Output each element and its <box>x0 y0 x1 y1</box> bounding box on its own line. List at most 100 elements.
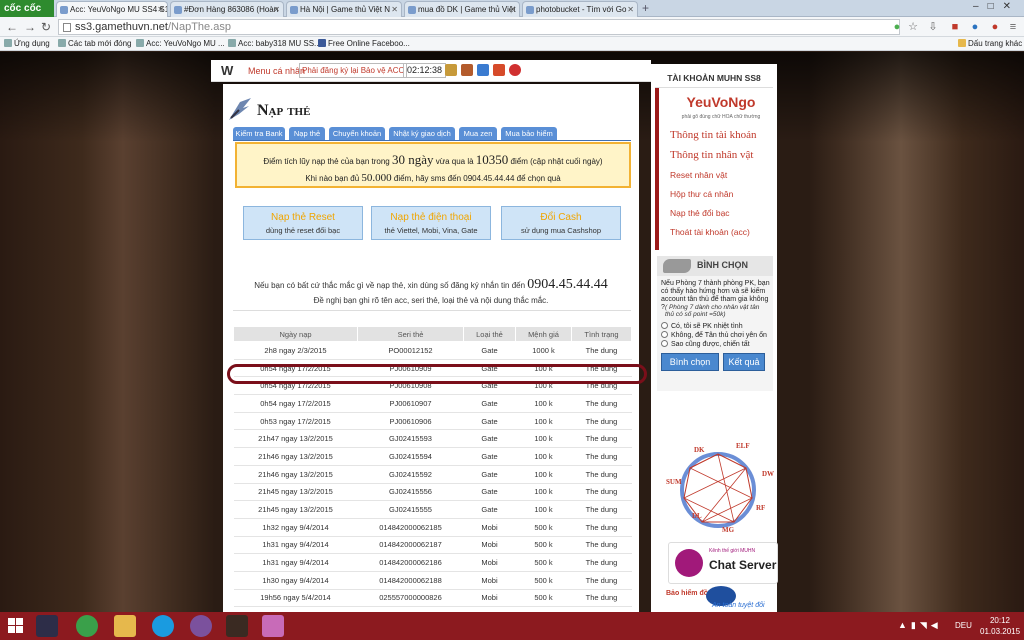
results-button[interactable]: Kết quả <box>723 353 765 371</box>
app-icon[interactable] <box>262 615 284 637</box>
server-clock: 02:12:38 <box>403 63 447 78</box>
personal-menu-link[interactable]: Menu cá nhân <box>248 66 305 76</box>
chat-server-banner[interactable]: Kênh thế giới MUHN Chat Server <box>668 542 778 584</box>
apps-icon <box>4 39 12 47</box>
link-reset-character[interactable]: Reset nhân vật <box>670 170 727 180</box>
phone-card-button[interactable]: Nạp thẻ điện thoại thẻ Viettel, Mobi, Vin… <box>371 206 491 240</box>
system-tray-icons[interactable]: ▲▮◥◀ <box>898 620 942 631</box>
browser-brand-button[interactable]: cốc cốc <box>0 0 54 17</box>
bookmark-recent-tabs[interactable]: Các tab mới đóng <box>58 37 132 50</box>
tab-label: mua đồ DK | Game thủ Việt <box>418 5 516 14</box>
bookmark-label: Các tab mới đóng <box>68 39 132 48</box>
bookmark-apps[interactable]: Ứng dụng <box>4 37 50 50</box>
tab-acc-yeuvongo[interactable]: Acc: YeuVoNgo MU SS4 S1 ✕ <box>56 1 168 17</box>
bookmarks-bar: Ứng dụng Các tab mới đóng Acc: YeuVoNgo … <box>0 37 1024 51</box>
game-launcher-icon[interactable] <box>226 615 248 637</box>
link-account-info[interactable]: Thông tin tài khoản <box>670 129 756 141</box>
class-label: DW <box>762 470 774 478</box>
money-bag-icon[interactable] <box>445 64 457 76</box>
menu-icon[interactable]: ≡ <box>1006 20 1020 34</box>
coccoc-browser-icon[interactable] <box>76 615 98 637</box>
points-text: điểm (cập nhật cuối ngày) <box>510 157 603 166</box>
power-icon[interactable] <box>509 64 521 76</box>
tab-close-icon[interactable]: ✕ <box>509 2 516 17</box>
address-bar[interactable]: ss3.gamethuvn.net/NapThe.asp <box>58 19 900 35</box>
poll-option[interactable]: Sao cũng được, chiến tất <box>661 340 750 348</box>
chat-title: Chat Server <box>709 558 777 572</box>
table-cell: 2h8 ngay 2/3/2015 <box>233 341 358 360</box>
table-header-row: Ngày nạp Seri thẻ Loại thẻ Mệnh giá Tình… <box>233 326 632 342</box>
bookmark-other[interactable]: Dấu trang khác <box>958 37 1022 50</box>
tab-buy-zen[interactable]: Mua zen <box>459 127 497 140</box>
extension-icon[interactable]: ● <box>988 20 1002 34</box>
table-row: 1h31 ngay 9/4/2014 014842000062186 Mobi 500… <box>233 553 632 572</box>
tab-close-icon[interactable]: ✕ <box>273 2 280 17</box>
poll-option[interactable]: Có, tôi sẽ PK nhiệt tình <box>661 322 743 330</box>
back-icon[interactable]: ← <box>6 19 18 35</box>
language-indicator[interactable]: DEU <box>955 621 972 630</box>
viber-icon[interactable] <box>190 615 212 637</box>
download-icon[interactable]: ⇩ <box>926 20 940 34</box>
skype-icon[interactable]: ● <box>968 20 982 34</box>
table-cell: The dung <box>571 394 632 413</box>
tab-close-icon[interactable]: ✕ <box>391 2 398 17</box>
skype-icon[interactable] <box>152 615 174 637</box>
star-icon[interactable]: ☆ <box>906 20 920 34</box>
column-header: Loại thẻ <box>463 326 516 342</box>
table-row: 21h45 ngay 13/2/2015 GJ02415556 Gate 100 kT… <box>233 483 632 502</box>
extension-icon[interactable]: ■ <box>948 20 962 34</box>
radio-icon[interactable] <box>661 322 668 329</box>
file-explorer-icon[interactable] <box>114 615 136 637</box>
table-cell: Mobi <box>463 589 516 608</box>
new-tab-button[interactable]: + <box>642 1 649 16</box>
class-label: DK <box>694 446 705 454</box>
window-controls[interactable]: –□✕ <box>973 1 1020 12</box>
link-logout[interactable]: Thoát tài khoản (acc) <box>670 227 750 237</box>
link-character-info[interactable]: Thông tin nhân vật <box>670 149 753 161</box>
tab-label: Hà Nội | Game thủ Việt N <box>300 5 390 14</box>
highlight-ellipse <box>227 364 647 384</box>
reload-icon[interactable]: ↻ <box>41 19 51 35</box>
exchange-cash-button[interactable]: Đổi Cash sử dụng mua Cashshop <box>501 206 621 240</box>
tab-close-icon[interactable]: ✕ <box>627 2 634 17</box>
tab-buy-insurance[interactable]: Mua bảo hiểm <box>501 127 557 140</box>
poll-option[interactable]: Không, để Tân thủ chơi yên ổn <box>661 331 767 339</box>
table-row: 0h54 ngay 17/2/2015 PJ00610907 Gate 100 k Th… <box>233 394 632 413</box>
divider <box>233 310 631 311</box>
forward-icon[interactable]: → <box>24 19 36 35</box>
tab-ha-noi[interactable]: Hà Nội | Game thủ Việt N ✕ <box>286 1 402 17</box>
tab-nap-the[interactable]: Nạp thẻ <box>289 127 325 140</box>
taskbar-clock[interactable]: 20:12 01.03.2015 <box>980 615 1020 637</box>
bookmark-facebook[interactable]: Free Online Faceboo... <box>318 37 410 50</box>
clock-time: 20:12 <box>989 616 1011 625</box>
tab-mua-do-dk[interactable]: mua đồ DK | Game thủ Việt ✕ <box>404 1 520 17</box>
tab-close-icon[interactable]: ✕ <box>157 2 164 17</box>
radio-icon[interactable] <box>661 331 668 338</box>
tab-transaction-log[interactable]: Nhật ký giao dịch <box>389 127 455 140</box>
link-card-exchange[interactable]: Nạp thẻ đổi bạc <box>670 208 730 218</box>
mic-icon[interactable]: ● <box>890 20 904 34</box>
cart-icon[interactable] <box>477 64 489 76</box>
bookmark-acc-baby318[interactable]: Acc: baby318 MU SS... <box>228 37 321 50</box>
table-cell: GJ02415592 <box>357 465 464 484</box>
mu-game-icon[interactable] <box>36 615 58 637</box>
tab-photobucket[interactable]: photobucket - Tìm với Go ✕ <box>522 1 638 17</box>
class-label: DL <box>692 512 702 520</box>
link-mailbox[interactable]: Hộp thư cá nhân <box>670 189 733 199</box>
tab-check-bank[interactable]: Kiếm tra Bank <box>233 127 285 140</box>
register-protection-link[interactable]: Phải đăng ký lại Bảo vệ ACC <box>299 63 408 78</box>
poll-option-label: Sao cũng được, chiến tất <box>671 341 750 348</box>
tab-transfer[interactable]: Chuyển khoản <box>329 127 385 140</box>
tab-don-hang[interactable]: #Đơn Hàng 863086 (Hoàn ✕ <box>170 1 284 17</box>
gift-icon[interactable] <box>493 64 505 76</box>
table-cell: The dung <box>571 553 632 572</box>
vote-button[interactable]: Bình chọn <box>661 353 719 371</box>
table-cell: 0h53 ngay 17/2/2015 <box>233 412 358 431</box>
insurance-banner[interactable]: Bảo hiểm đồ An toàn tuyệt đối <box>662 586 782 612</box>
site-logo[interactable]: W <box>221 63 233 78</box>
reset-card-button[interactable]: Nạp thẻ Reset dùng thẻ reset đổi bạc <box>243 206 363 240</box>
bookmark-acc-yeuvongo[interactable]: Acc: YeuVoNgo MU ... <box>136 37 225 50</box>
radio-icon[interactable] <box>661 340 668 347</box>
windows-start-icon[interactable] <box>8 618 24 634</box>
shop-icon[interactable] <box>461 64 473 76</box>
